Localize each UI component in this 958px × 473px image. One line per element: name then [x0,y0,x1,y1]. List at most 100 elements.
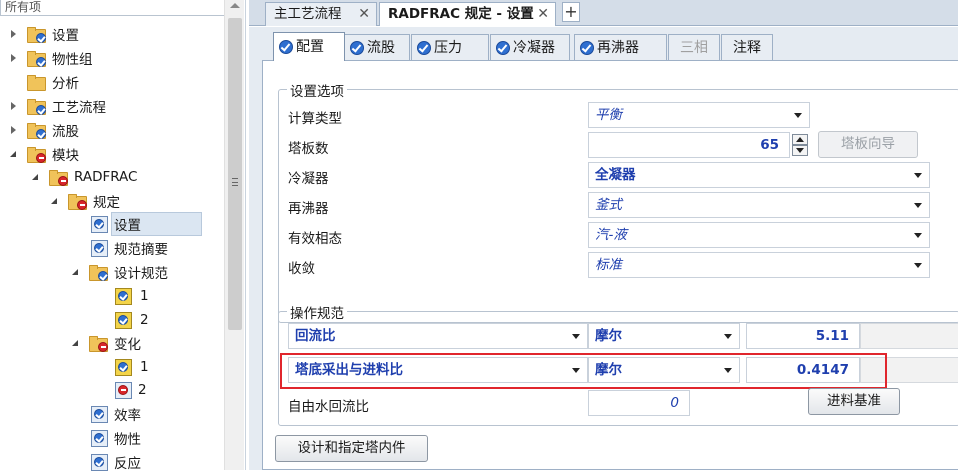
expand-icon[interactable] [8,52,20,64]
tab-condenser[interactable]: 冷凝器 [490,34,570,60]
collapse-icon[interactable] [70,266,82,278]
reboiler-label: 再沸器 [288,201,329,217]
tree-item-spec-summary[interactable]: 规范摘要 [90,237,170,259]
tree-item-properties[interactable]: 物性 [90,427,143,449]
chevron-down-icon[interactable] [794,113,802,118]
stages-stepper[interactable] [792,134,808,156]
spec1-units-field[interactable] [860,323,958,349]
new-tab-button[interactable]: + [562,2,580,22]
group-title: 设置选项 [287,80,347,100]
highlight-box [280,353,887,389]
tab-label: 压力 [434,39,462,56]
tree-item-vary-1[interactable]: 1 [114,356,151,378]
nav-filter-value: 所有项 [5,0,42,14]
stages-label: 塔板数 [288,141,329,157]
close-icon[interactable]: ✕ [537,3,549,25]
navigation-pane: 所有项 设置 物性组 分析 工艺流程 流股 模块 RADFRAC 规定 设置 规… [0,0,246,472]
collapse-icon[interactable] [49,195,61,207]
valid-phases-label: 有效相态 [288,231,342,247]
chevron-down-icon[interactable] [724,334,732,339]
folder-icon [26,73,46,91]
tab-main-flowsheet[interactable]: 主工艺流程 ✕ [265,2,377,26]
convergence-select[interactable]: 标准 [588,252,930,278]
close-icon[interactable]: ✕ [358,3,370,25]
tab-label: 配置 [296,39,324,55]
stage-wizard-button[interactable]: 塔板向导 [818,131,918,158]
chevron-down-icon[interactable] [914,263,922,268]
tab-streams[interactable]: 流股 [344,34,410,60]
free-water-label: 自由水回流比 [288,399,369,415]
spec1-basis-select[interactable]: 摩尔 [588,323,740,349]
check-circle-icon [417,40,431,55]
design-internals-button[interactable]: 设计和指定塔内件 [275,435,428,462]
tab-pressure[interactable]: 压力 [411,34,489,60]
tree-item-efficiencies[interactable]: 效率 [90,403,143,425]
tree-item-label: RADFRAC [74,169,138,185]
collapse-icon[interactable] [70,337,82,349]
checklist-ok-icon [114,358,134,376]
tab-comments[interactable]: 注释 [721,34,773,60]
tree-item-vary-2[interactable]: 2 [114,379,149,401]
collapse-icon[interactable] [8,148,20,160]
tree-item-specifications[interactable]: 规定 [49,190,122,212]
tab-label: 再沸器 [597,39,639,56]
tree-item-streams[interactable]: 流股 [8,119,81,141]
feed-basis-button[interactable]: 进料基准 [808,388,900,415]
expand-icon[interactable] [8,100,20,112]
tree-item-blocks[interactable]: 模块 [8,143,81,165]
tree-item-specs-setup[interactable]: 设置 [90,212,202,236]
nav-scrollbar[interactable] [224,0,244,470]
form-ok-icon [90,239,108,257]
tree-item-setup[interactable]: 设置 [8,23,81,45]
tree-item-vary[interactable]: 变化 [70,332,143,354]
chevron-down-icon[interactable] [572,334,580,339]
group-title: 操作规范 [287,302,347,322]
tree-item-label: 流股 [52,124,79,140]
scroll-up-icon[interactable] [230,3,240,8]
expand-icon[interactable] [8,28,20,40]
grip-icon [232,178,238,186]
tree-item-label: 规范摘要 [114,242,168,258]
spec1-value-input[interactable]: 5.11 [746,323,860,349]
chevron-down-icon[interactable] [914,173,922,178]
tree-item-design-spec-2[interactable]: 2 [114,309,151,331]
calc-type-value: 平衡 [595,107,622,123]
calc-type-label: 计算类型 [288,111,342,127]
tree-item-property-sets[interactable]: 物性组 [8,47,95,69]
chevron-down-icon[interactable] [792,145,808,156]
tab-three-phase[interactable]: 三相 [668,34,720,60]
tree-item-label: 工艺流程 [52,100,106,116]
tree-item-label: 2 [138,382,147,398]
expand-icon[interactable] [8,124,20,136]
chevron-down-icon[interactable] [914,233,922,238]
condenser-select[interactable]: 全凝器 [588,162,930,188]
convergence-value: 标准 [595,257,622,273]
tab-label: 三相 [680,39,708,56]
collapse-icon[interactable] [30,171,42,183]
tree-item-flowsheet[interactable]: 工艺流程 [8,95,108,117]
folder-error-icon [88,334,108,352]
tree-item-design-spec-1[interactable]: 1 [114,285,151,307]
nav-filter-select[interactable]: 所有项 [0,0,243,16]
scroll-thumb[interactable] [228,18,242,330]
tree-item-label: 设置 [111,212,202,236]
calc-type-select[interactable]: 平衡 [588,102,810,128]
spec1-type-select[interactable]: 回流比 [288,323,588,349]
reboiler-select[interactable]: 釜式 [588,192,930,218]
chevron-down-icon[interactable] [914,203,922,208]
free-water-input[interactable]: 0 [588,390,690,416]
valid-phases-value: 汽-液 [595,227,627,243]
folder-ok-icon [88,263,108,281]
folder-error-icon [26,145,46,163]
tab-radfrac-specs-setup[interactable]: RADFRAC 规定 - 设置 ✕ [379,2,556,26]
tree-item-analysis[interactable]: 分析 [26,71,81,93]
stages-input[interactable]: 65 [588,132,790,158]
tab-reboiler[interactable]: 再沸器 [574,34,667,60]
valid-phases-select[interactable]: 汽-液 [588,222,930,248]
tree-item-radfrac[interactable]: RADFRAC [30,166,140,188]
tree-item-design-specs[interactable]: 设计规范 [70,261,170,283]
form-ok-icon [90,405,108,423]
tab-configuration[interactable]: 配置 [273,32,345,61]
chevron-up-icon[interactable] [792,134,808,145]
tab-label: 流股 [367,39,395,56]
